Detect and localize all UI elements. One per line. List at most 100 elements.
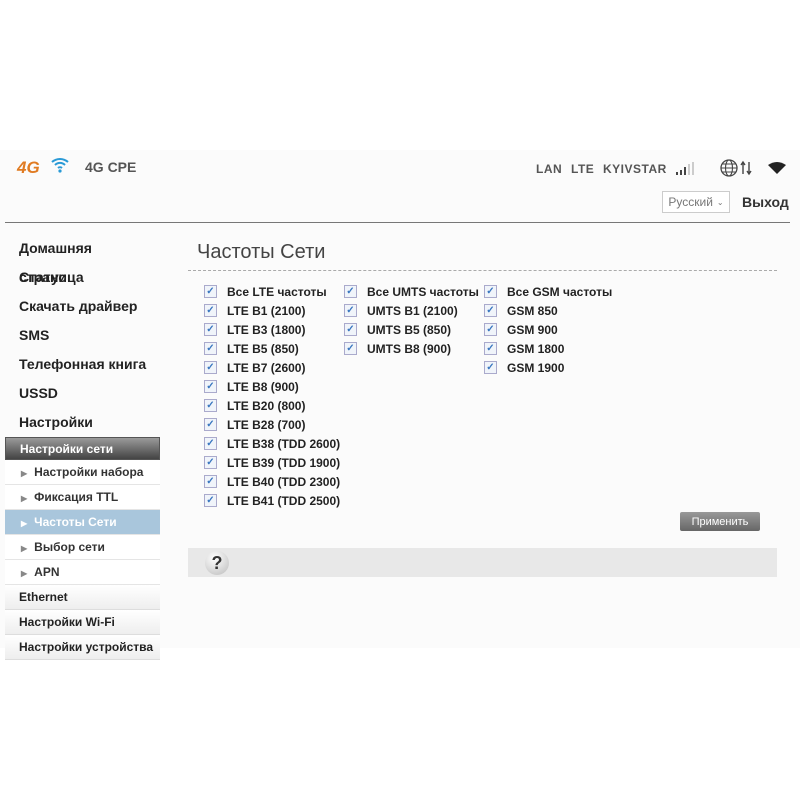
checkbox[interactable]: ✓ xyxy=(204,418,217,431)
checkbox[interactable]: ✓ xyxy=(484,285,497,298)
checkbox[interactable]: ✓ xyxy=(204,361,217,374)
band-checkbox-row[interactable]: ✓ LTE B1 (2100) xyxy=(204,301,340,320)
wifi-status-icon xyxy=(768,161,786,179)
checkbox[interactable]: ✓ xyxy=(204,342,217,355)
band-checkbox-row[interactable]: ✓ LTE B7 (2600) xyxy=(204,358,340,377)
sidebar-item-ussd[interactable]: USSD xyxy=(5,379,160,408)
sub-label: Частоты Сети xyxy=(34,515,117,529)
band-checkbox-row[interactable]: ✓ GSM 900 xyxy=(484,320,612,339)
triangle-right-icon: ▶ xyxy=(21,494,28,503)
checkbox[interactable]: ✓ xyxy=(344,323,357,336)
band-checkbox-row[interactable]: ✓ LTE B41 (TDD 2500) xyxy=(204,491,340,510)
wifi-icon xyxy=(50,156,70,179)
band-checkbox-row[interactable]: ✓ Все LTE частоты xyxy=(204,282,340,301)
sidebar: Домашняя страница Статус Скачать драйвер… xyxy=(5,234,160,660)
app-title: 4G CPE xyxy=(85,159,137,175)
sub-label: APN xyxy=(34,565,60,579)
triangle-right-icon: ▶ xyxy=(21,569,28,578)
band-label: GSM 1900 xyxy=(507,360,565,375)
band-label: LTE B38 (TDD 2600) xyxy=(227,436,341,451)
band-label: UMTS B1 (2100) xyxy=(367,303,458,318)
sidebar-sub-network-select[interactable]: ▶ Выбор сети xyxy=(5,535,160,560)
band-label: LTE B5 (850) xyxy=(227,341,299,356)
umts-bands-column: ✓ Все UMTS частоты ✓ UMTS B1 (2100) ✓ UMTS B5… xyxy=(344,282,479,358)
help-icon[interactable]: ? xyxy=(205,551,229,575)
language-value: Русский xyxy=(668,195,713,209)
status-lan: LAN xyxy=(536,162,563,176)
band-checkbox-row[interactable]: ✓ LTE B8 (900) xyxy=(204,377,340,396)
band-checkbox-row[interactable]: ✓ GSM 850 xyxy=(484,301,612,320)
sub-label: Выбор сети xyxy=(34,540,105,554)
sidebar-item-settings[interactable]: Настройки xyxy=(5,408,160,437)
checkbox[interactable]: ✓ xyxy=(204,380,217,393)
band-checkbox-row[interactable]: ✓ Все GSM частоты xyxy=(484,282,612,301)
checkbox[interactable]: ✓ xyxy=(204,456,217,469)
checkbox[interactable]: ✓ xyxy=(484,342,497,355)
gsm-bands-column: ✓ Все GSM частоты ✓ GSM 850 ✓ GSM 900 ✓ GSM 180… xyxy=(484,282,612,377)
band-checkbox-row[interactable]: ✓ UMTS B8 (900) xyxy=(344,339,479,358)
help-bar: ? xyxy=(188,548,777,577)
sidebar-item-home[interactable]: Домашняя страница xyxy=(5,234,160,285)
band-checkbox-row[interactable]: ✓ LTE B5 (850) xyxy=(204,339,340,358)
checkbox[interactable]: ✓ xyxy=(204,285,217,298)
band-checkbox-row[interactable]: ✓ UMTS B5 (850) xyxy=(344,320,479,339)
sidebar-sub-frequencies[interactable]: ▶ Частоты Сети xyxy=(5,510,160,535)
band-label: LTE B1 (2100) xyxy=(227,303,306,318)
checkbox[interactable]: ✓ xyxy=(204,475,217,488)
sidebar-sub-apn[interactable]: ▶ APN xyxy=(5,560,160,585)
router-web-ui: 4G 4G CPE LAN LTE KYIVSTAR Русский ⌄ Выхо… xyxy=(0,150,800,660)
logout-link[interactable]: Выход xyxy=(742,194,789,210)
band-checkbox-row[interactable]: ✓ GSM 1800 xyxy=(484,339,612,358)
band-checkbox-row[interactable]: ✓ LTE B38 (TDD 2600) xyxy=(204,434,340,453)
band-checkbox-row[interactable]: ✓ LTE B28 (700) xyxy=(204,415,340,434)
checkbox[interactable]: ✓ xyxy=(204,399,217,412)
checkbox[interactable]: ✓ xyxy=(484,304,497,317)
band-label: UMTS B5 (850) xyxy=(367,322,452,337)
band-checkbox-row[interactable]: ✓ LTE B39 (TDD 1900) xyxy=(204,453,340,472)
lte-bands-column: ✓ Все LTE частоты ✓ LTE B1 (2100) ✓ LTE B3 (1… xyxy=(204,282,340,510)
sidebar-group-network-settings[interactable]: Настройки сети xyxy=(5,437,160,460)
sidebar-item-sms[interactable]: SMS xyxy=(5,321,160,350)
band-checkbox-row[interactable]: ✓ UMTS B1 (2100) xyxy=(344,301,479,320)
band-label: LTE B39 (TDD 1900) xyxy=(227,455,341,470)
band-label: Все GSM частоты xyxy=(507,284,613,299)
checkbox[interactable]: ✓ xyxy=(344,285,357,298)
checkbox[interactable]: ✓ xyxy=(344,304,357,317)
sidebar-item-phonebook[interactable]: Телефонная книга xyxy=(5,350,160,379)
language-select[interactable]: Русский ⌄ xyxy=(662,191,730,213)
status-operator: KYIVSTAR xyxy=(603,162,667,176)
checkbox[interactable]: ✓ xyxy=(484,323,497,336)
band-checkbox-row[interactable]: ✓ Все UMTS частоты xyxy=(344,282,479,301)
band-label: LTE B28 (700) xyxy=(227,417,306,432)
apply-button[interactable]: Применить xyxy=(680,512,760,531)
band-label: LTE B20 (800) xyxy=(227,398,306,413)
band-checkbox-row[interactable]: ✓ LTE B20 (800) xyxy=(204,396,340,415)
sidebar-item-download-driver[interactable]: Скачать драйвер xyxy=(5,292,160,321)
sidebar-section-wifi[interactable]: Настройки Wi-Fi xyxy=(5,610,160,635)
band-label: LTE B40 (TDD 2300) xyxy=(227,474,341,489)
signal-strength-icon xyxy=(676,162,694,175)
band-label: GSM 900 xyxy=(507,322,558,337)
sub-label: Настройки набора xyxy=(34,465,144,479)
checkbox[interactable]: ✓ xyxy=(484,361,497,374)
header-divider xyxy=(5,222,790,223)
checkbox[interactable]: ✓ xyxy=(204,437,217,450)
triangle-right-icon: ▶ xyxy=(21,519,28,528)
sidebar-section-ethernet[interactable]: Ethernet xyxy=(5,585,160,610)
checkbox[interactable]: ✓ xyxy=(344,342,357,355)
sidebar-sub-dial-settings[interactable]: ▶ Настройки набора xyxy=(5,460,160,485)
band-label: UMTS B8 (900) xyxy=(367,341,452,356)
band-label: GSM 1800 xyxy=(507,341,565,356)
sub-label: Фиксация TTL xyxy=(34,490,119,504)
checkbox[interactable]: ✓ xyxy=(204,494,217,507)
band-checkbox-row[interactable]: ✓ LTE B3 (1800) xyxy=(204,320,340,339)
checkbox[interactable]: ✓ xyxy=(204,323,217,336)
sidebar-section-device[interactable]: Настройки устройства xyxy=(5,635,160,660)
sidebar-sub-ttl[interactable]: ▶ Фиксация TTL xyxy=(5,485,160,510)
checkbox[interactable]: ✓ xyxy=(204,304,217,317)
band-checkbox-row[interactable]: ✓ GSM 1900 xyxy=(484,358,612,377)
band-label: LTE B8 (900) xyxy=(227,379,299,394)
band-checkbox-row[interactable]: ✓ LTE B40 (TDD 2300) xyxy=(204,472,340,491)
title-divider xyxy=(188,270,777,271)
band-label: LTE B41 (TDD 2500) xyxy=(227,493,341,508)
